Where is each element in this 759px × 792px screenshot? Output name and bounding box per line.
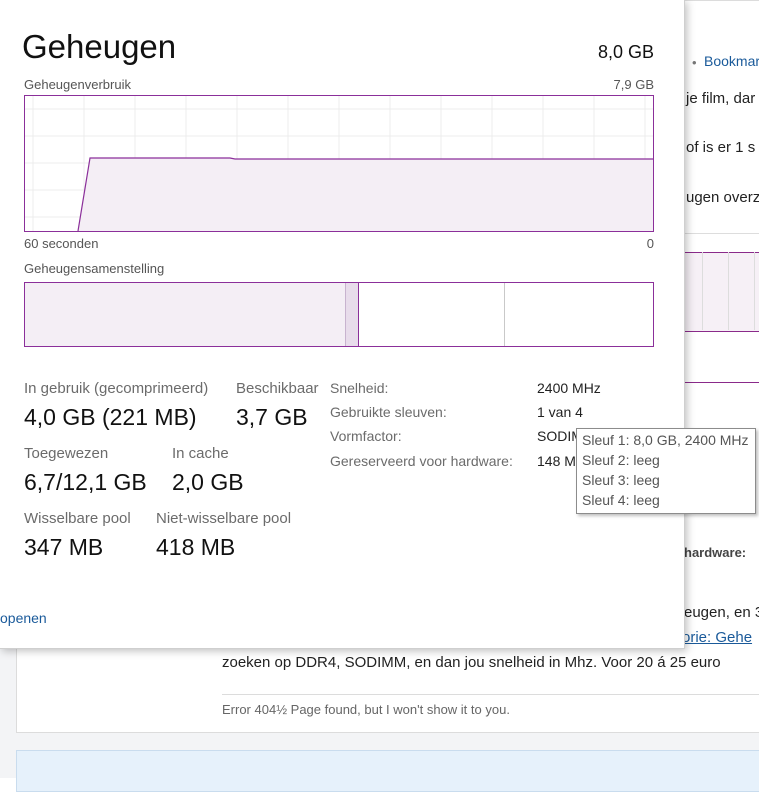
committed-value: 6,7/12,1 GB [24, 469, 147, 495]
tooltip-slot-2: Sleuf 2: leeg [582, 452, 660, 468]
composition-label: Geheugensamenstelling [24, 261, 165, 276]
cached-value: 2,0 GB [172, 469, 244, 495]
bookmark-link[interactable]: Bookmar [704, 53, 759, 69]
post-text-line: je film, dar [686, 90, 756, 107]
post-text-line: of is er 1 s [686, 139, 756, 156]
in-use-label: In gebruik (gecomprimeerd) [24, 380, 209, 397]
open-resource-monitor-link[interactable]: openen [0, 610, 47, 626]
speed-value: 2400 MHz [537, 380, 601, 396]
slots-used-label: Gebruikte sleuven: [330, 404, 447, 420]
hardware-reserved-label: Gereserveerd voor hardware: [330, 453, 513, 469]
usage-graph-max: 7,9 GB [613, 77, 654, 92]
composition-standby [359, 283, 505, 346]
paged-pool-value: 347 MB [24, 534, 104, 560]
tooltip-slot-3: Sleuf 3: leeg [582, 472, 660, 488]
bullet: • [692, 55, 697, 70]
post-text-line: eugen, en 3 [684, 604, 759, 621]
speed-label: Snelheid: [330, 380, 389, 396]
slots-used-value[interactable]: 1 van 4 [537, 404, 583, 420]
post-text-fragment: hardware: [684, 545, 747, 560]
memory-composition-bar[interactable] [24, 282, 654, 347]
committed-label: Toegewezen [24, 445, 109, 462]
divider [222, 694, 759, 695]
category-link[interactable]: orie: Gehe [682, 629, 752, 646]
slots-tooltip: Sleuf 1: 8,0 GB, 2400 MHz Sleuf 2: leeg … [576, 428, 756, 514]
composition-modified [345, 283, 359, 346]
usage-graph-label: Geheugenverbruik [24, 77, 131, 92]
composition-free [505, 283, 653, 346]
paged-pool-label: Wisselbare pool [24, 510, 131, 527]
time-axis-end: 0 [646, 236, 654, 251]
composition-in-use [25, 283, 345, 346]
post-text-line: zoeken op DDR4, SODIMM, en dan jou snelh… [222, 654, 721, 671]
tooltip-slot-1: Sleuf 1: 8,0 GB, 2400 MHz [582, 432, 749, 448]
hardware-reserved-value: 148 M [537, 453, 576, 469]
nonpaged-pool-label: Niet-wisselbare pool [156, 510, 292, 527]
available-value: 3,7 GB [236, 404, 308, 430]
total-memory: 8,0 GB [597, 42, 654, 62]
post-text-line: ugen overz [686, 189, 759, 206]
time-axis-start: 60 seconden [24, 236, 99, 251]
nonpaged-pool-value: 418 MB [156, 534, 236, 560]
available-label: Beschikbaar [236, 380, 319, 397]
next-forum-post [16, 750, 759, 792]
in-use-value: 4,0 GB (221 MB) [24, 404, 197, 430]
memory-usage-graph[interactable] [24, 95, 654, 232]
tooltip-slot-4: Sleuf 4: leeg [582, 492, 660, 508]
page-title: Geheugen [22, 28, 177, 65]
memory-usage-chart [25, 96, 653, 231]
signature: Error 404½ Page found, but I won't show … [222, 702, 510, 717]
embedded-screenshot [684, 233, 759, 414]
task-manager-memory-panel: Geheugen 8,0 GB Geheugenverbruik 7,9 GB [0, 0, 685, 649]
cached-label: In cache [172, 445, 229, 462]
form-factor-label: Vormfactor: [330, 428, 402, 444]
